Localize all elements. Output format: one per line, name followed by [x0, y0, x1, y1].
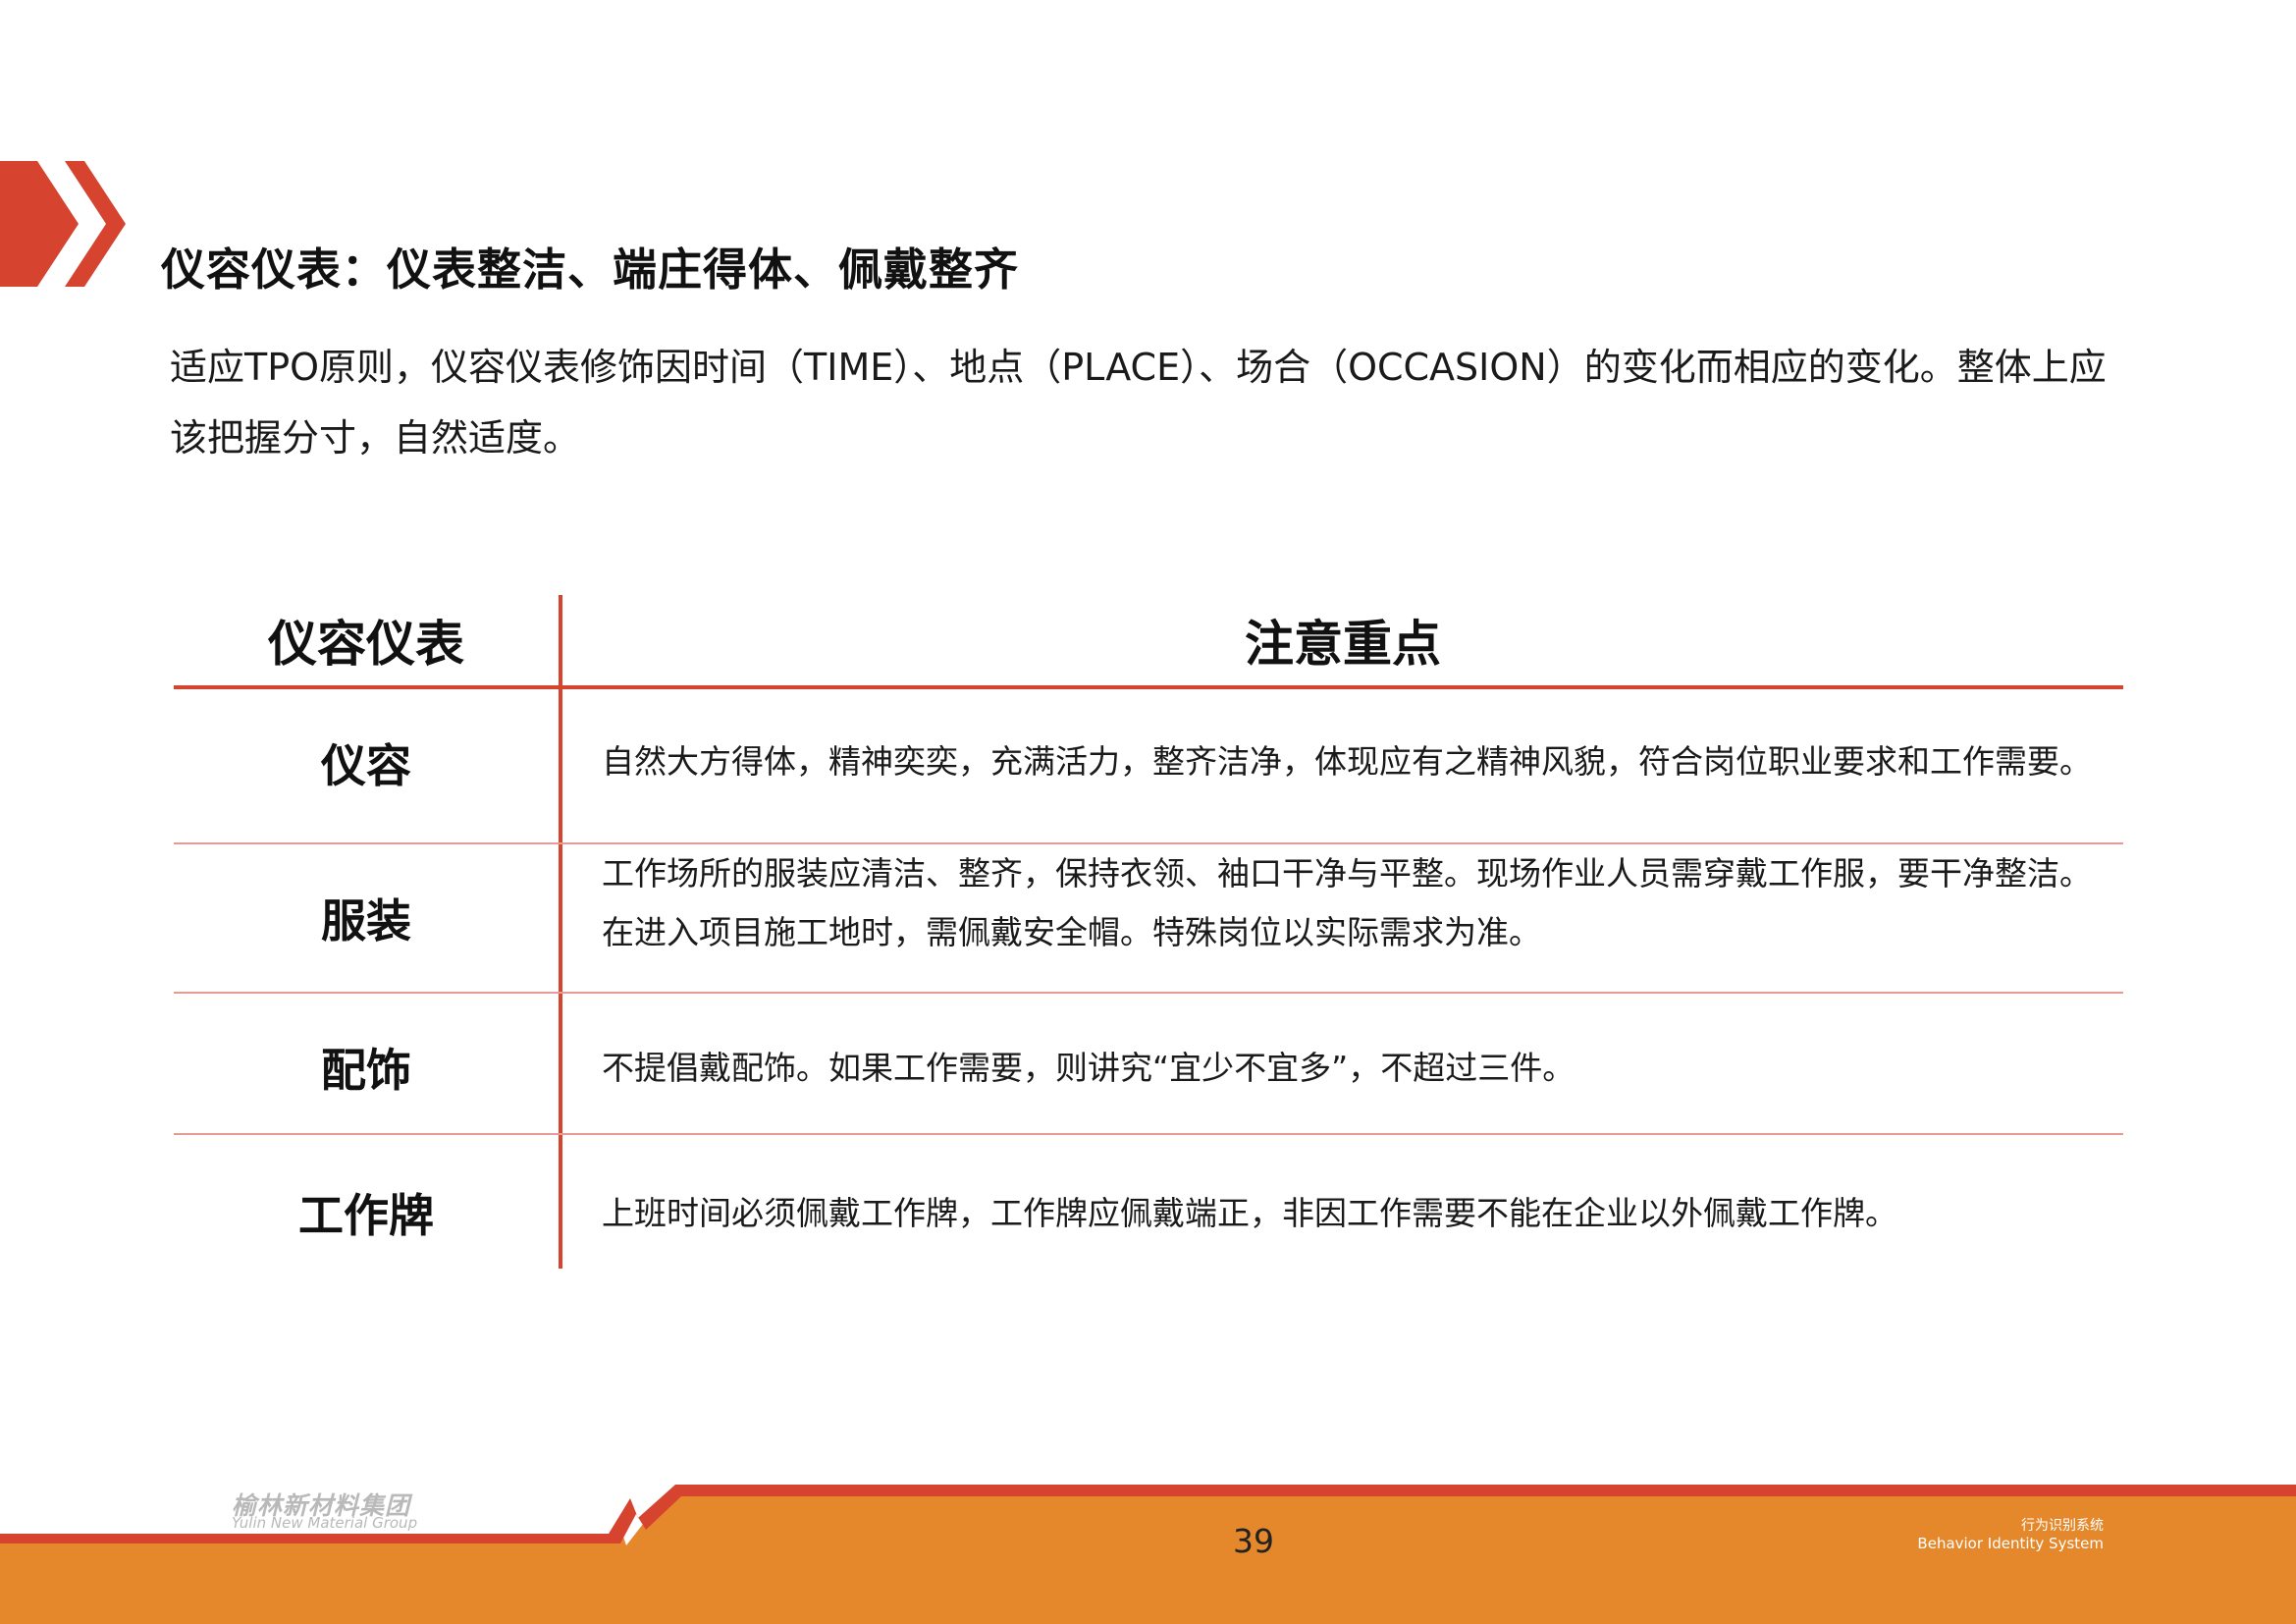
- row-divider: [174, 992, 2123, 994]
- company-logo-subtitle: Yulin New Material Group: [232, 1514, 418, 1532]
- row-label-appearance: 仪容: [321, 739, 411, 792]
- etiquette-table: 仪容仪表 注意重点 仪容 自然大方得体，精神奕奕，充满活力，整齐洁净，体现应有之…: [174, 595, 2123, 1269]
- column-header-focus: 注意重点: [1245, 616, 1441, 673]
- system-name-cn: 行为识别系统: [2021, 1518, 2104, 1534]
- row-text-clothing-line2: 在进入项目施工地时，需佩戴安全帽。特殊岗位以实际需求为准。: [602, 913, 1541, 951]
- double-chevron-icon: [0, 161, 126, 287]
- row-text-badge: 上班时间必须佩戴工作牌，工作牌应佩戴端正，非因工作需要不能在企业以外佩戴工作牌。: [602, 1194, 1897, 1232]
- column-header-item: 仪容仪表: [268, 616, 464, 673]
- row-label-clothing: 服装: [321, 894, 411, 947]
- header-divider: [174, 685, 2123, 689]
- row-divider: [174, 1133, 2123, 1135]
- system-name-en: Behavior Identity System: [1917, 1535, 2104, 1552]
- row-label-badge: 工作牌: [298, 1189, 434, 1242]
- row-label-accessories: 配饰: [321, 1044, 411, 1097]
- intro-paragraph: 适应TPO原则，仪容仪表修饰因时间（TIME）、地点（PLACE）、场合（OCC…: [170, 346, 2107, 460]
- column-divider: [559, 595, 562, 1269]
- row-text-appearance: 自然大方得体，精神奕奕，充满活力，整齐洁净，体现应有之精神风貌，符合岗位职业要求…: [602, 742, 2092, 781]
- row-text-accessories: 不提倡戴配饰。如果工作需要，则讲究“宜少不宜多”，不超过三件。: [602, 1049, 1575, 1087]
- page-number: 39: [1233, 1522, 1274, 1560]
- row-text-clothing-line1: 工作场所的服装应清洁、整齐，保持衣领、袖口干净与平整。现场作业人员需穿戴工作服，…: [602, 854, 2092, 893]
- page-title: 仪容仪表：仪表整洁、端庄得体、佩戴整齐: [161, 244, 1020, 296]
